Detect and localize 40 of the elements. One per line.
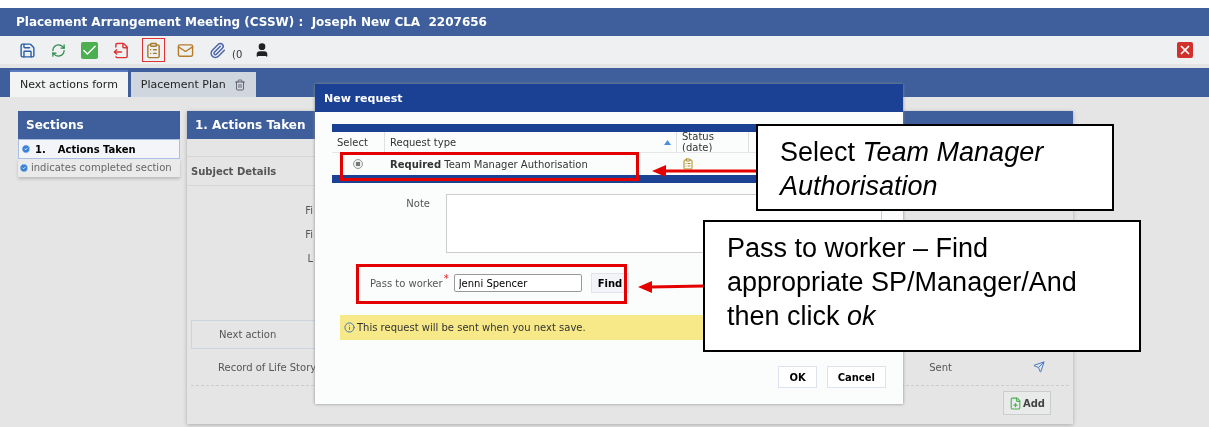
field-label: L: [306, 253, 313, 264]
close-icon[interactable]: [1177, 42, 1193, 58]
tab[interactable]: Placement Plan: [130, 72, 256, 97]
callout: Select Team Manager Authorisation: [756, 124, 1114, 211]
add-button[interactable]: Add: [1002, 391, 1051, 415]
column-header[interactable]: Status (date): [677, 132, 749, 152]
section-number: 1.: [35, 143, 46, 155]
legend-text: indicates completed section: [31, 162, 172, 173]
radio-button[interactable]: [353, 159, 363, 169]
callout: Pass to worker – Find appropriate SP/Manager/And then click ok: [703, 220, 1141, 352]
note-label: Note: [405, 198, 430, 211]
window-title: Placement Arrangement Meeting (CSSW) : Joseph New CLA 2207656: [16, 15, 487, 29]
completed-icon: [19, 162, 29, 173]
cancel-button[interactable]: Cancel: [826, 366, 886, 388]
attachment-count: (0: [232, 48, 243, 60]
ok-button[interactable]: OK: [778, 366, 817, 388]
field-label: Fi: [304, 205, 313, 216]
status-text: Sent: [929, 361, 952, 373]
row-label: Record of Life Story: [218, 361, 317, 373]
dialog-title: New request: [315, 84, 903, 112]
required-mark: *: [443, 273, 449, 284]
trash-icon[interactable]: [233, 78, 246, 91]
arrow: [638, 280, 704, 294]
add-icon: [1008, 396, 1022, 410]
section-label: Actions Taken: [57, 143, 136, 155]
request-type: Required Team Manager Authorisation: [390, 158, 588, 170]
send-icon[interactable]: [1033, 361, 1045, 373]
alert-clipboard-icon[interactable]: [142, 38, 165, 62]
tab[interactable]: Next actions form: [10, 70, 128, 97]
info-text: This request will be sent when you next save.: [357, 322, 586, 333]
clipboard-icon: [682, 158, 694, 170]
worker-label: Pass to worker: [370, 277, 443, 289]
section-item[interactable]: 1. Actions Taken: [18, 139, 180, 159]
worker-field[interactable]: Jenni Spencer: [453, 274, 582, 292]
find-button[interactable]: Find: [590, 273, 630, 293]
field-label: Fi: [304, 229, 313, 240]
column-header[interactable]: Select: [332, 132, 385, 152]
info-icon: [344, 322, 355, 333]
sections-header: Sections: [18, 111, 180, 139]
column-header[interactable]: Request type: [385, 132, 677, 152]
